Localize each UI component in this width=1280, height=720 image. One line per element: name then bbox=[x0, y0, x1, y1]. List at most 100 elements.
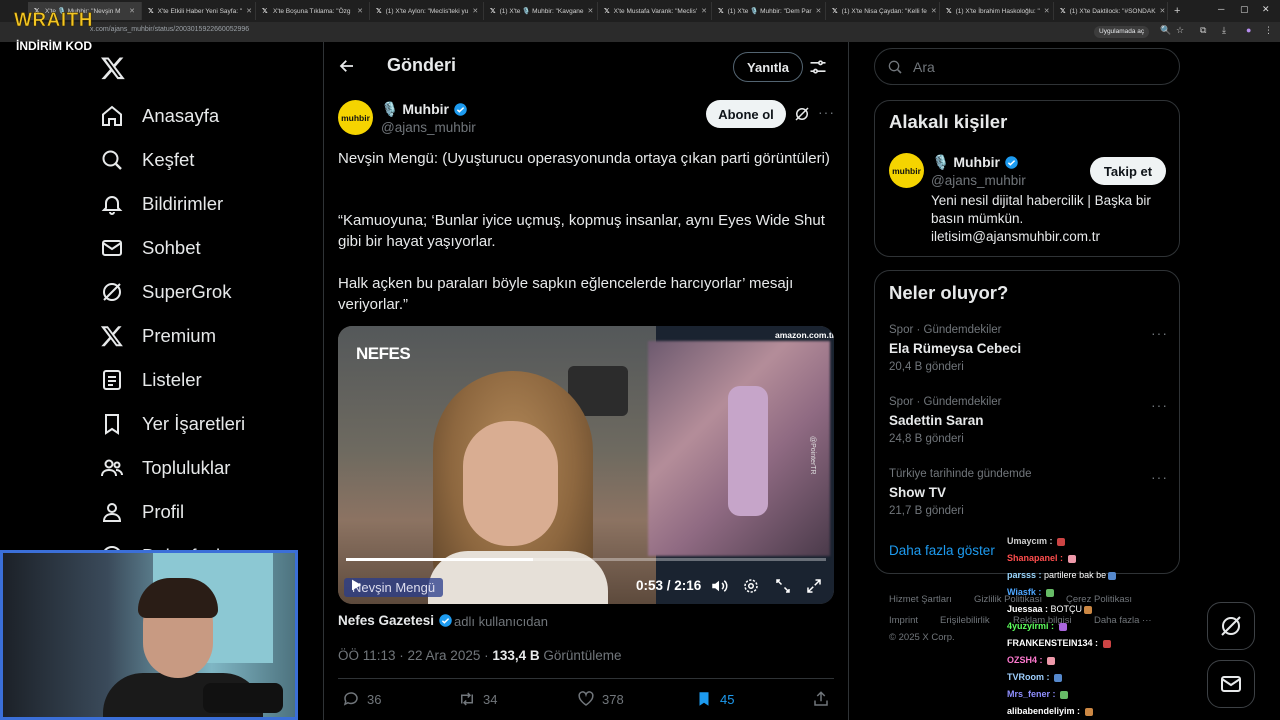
browser-tab[interactable]: 𝕏 (1) X'te İbrahim Haskoloğlu: " ✕ bbox=[940, 2, 1054, 20]
close-tab-icon[interactable]: ✕ bbox=[246, 7, 252, 15]
nav-item-premium[interactable]: Premium bbox=[100, 321, 216, 351]
browser-tab[interactable]: 𝕏 X'te Mustafa Varank: "Meclis' ✕ bbox=[598, 2, 712, 20]
nav-item-notifications[interactable]: Bildirimler bbox=[100, 189, 223, 219]
list-icon bbox=[103, 370, 121, 390]
related-handle[interactable]: @ajans_muhbir bbox=[931, 173, 1026, 188]
nav-item-supergrok[interactable]: SuperGrok bbox=[100, 277, 231, 307]
close-tab-icon[interactable]: ✕ bbox=[701, 7, 707, 15]
post-timestamp[interactable]: ÖÖ 11:13 · 22 Ara 2025 · bbox=[338, 648, 489, 663]
trend-name[interactable]: Sadettin Saran bbox=[889, 413, 984, 428]
back-arrow-icon[interactable] bbox=[338, 57, 356, 75]
chat-username: OZSH4 : bbox=[1007, 655, 1043, 665]
browser-tab[interactable]: 𝕏 (1) X'te 🎙️ Muhbir: "Kavgane ✕ bbox=[484, 2, 598, 20]
video-progress-bar[interactable] bbox=[346, 558, 826, 561]
subscribe-button[interactable]: Abone ol bbox=[706, 100, 786, 128]
extensions-icon[interactable]: ⧉ bbox=[1200, 25, 1206, 36]
settings-gear-icon[interactable] bbox=[742, 577, 760, 595]
pip-icon[interactable] bbox=[774, 577, 792, 595]
close-tab-icon[interactable]: ✕ bbox=[472, 7, 478, 15]
url-text[interactable]: x.com/ajans_muhbir/status/20030159226600… bbox=[90, 26, 249, 33]
nav-item-lists[interactable]: Listeler bbox=[100, 365, 202, 395]
footer-link[interactable]: Hizmet Şartları bbox=[889, 594, 952, 605]
close-tab-icon[interactable]: ✕ bbox=[129, 7, 135, 15]
browser-tab[interactable]: 𝕏 (1) X'te Nisa Çaydan: "Kelli fe ✕ bbox=[826, 2, 940, 20]
related-avatar[interactable]: muhbir bbox=[889, 153, 924, 188]
messages-fab[interactable] bbox=[1207, 660, 1255, 708]
trend-more-icon[interactable]: ··· bbox=[1151, 469, 1168, 485]
footer-link[interactable]: Erişilebilirlik bbox=[940, 615, 990, 626]
zoom-icon[interactable]: 🔍 bbox=[1160, 25, 1171, 36]
mail-icon bbox=[1221, 676, 1241, 692]
nav-item-profile[interactable]: Profil bbox=[100, 497, 184, 527]
x-favicon-icon: 𝕏 bbox=[946, 7, 952, 15]
close-tab-icon[interactable]: ✕ bbox=[816, 7, 822, 15]
trend-name[interactable]: Show TV bbox=[889, 485, 946, 500]
source-account[interactable]: Nefes Gazetesi bbox=[338, 613, 453, 628]
bookmark-filled-icon bbox=[699, 692, 709, 706]
follow-button[interactable]: Takip et bbox=[1090, 157, 1166, 185]
video-player[interactable]: NEFES amazon.com.tr @PointerTR Nevşin Me… bbox=[338, 326, 834, 604]
close-tab-icon[interactable]: ✕ bbox=[357, 7, 363, 15]
close-tab-icon[interactable]: ✕ bbox=[1160, 7, 1166, 15]
author-name[interactable]: 🎙️ Muhbir bbox=[381, 101, 468, 118]
search-input[interactable]: Ara bbox=[874, 48, 1180, 85]
open-in-app-button[interactable]: Uygulamada aç bbox=[1094, 26, 1150, 38]
reply-action[interactable]: 36 bbox=[342, 690, 381, 708]
browser-tab[interactable]: 𝕏 (1) X'te Aylon: "Meclis'teki yu ✕ bbox=[370, 2, 484, 20]
minimize-icon[interactable]: ─ bbox=[1218, 4, 1224, 14]
bookmark-action[interactable]: 45 bbox=[695, 690, 734, 708]
webcam-microphone bbox=[203, 683, 283, 713]
chat-emote-icon bbox=[1045, 588, 1054, 597]
nav-item-explore[interactable]: Keşfet bbox=[100, 145, 194, 175]
chat-username: FRANKENSTEIN134 : bbox=[1007, 638, 1099, 648]
browser-tab[interactable]: 𝕏 (1) X'te 🎙️ Muhbir: "Dem Par ✕ bbox=[712, 2, 826, 20]
x-favicon-icon: 𝕏 bbox=[376, 7, 382, 15]
chat-message: FRANKENSTEIN134 : bbox=[1007, 638, 1111, 648]
new-tab-button[interactable]: + bbox=[1174, 5, 1180, 17]
browser-tab[interactable]: 𝕏 X'te Boşuna Tıklama: "Özg ✕ bbox=[256, 2, 370, 20]
reply-button[interactable]: Yanıtla bbox=[733, 52, 803, 82]
chat-username: Wiasfk : bbox=[1007, 587, 1042, 597]
play-icon[interactable] bbox=[348, 577, 364, 593]
nav-item-communities[interactable]: Topluluklar bbox=[100, 453, 230, 483]
close-tab-icon[interactable]: ✕ bbox=[931, 7, 937, 15]
downloads-icon[interactable]: ⤓ bbox=[1222, 25, 1226, 36]
x-logo-icon[interactable] bbox=[100, 55, 126, 81]
trend-name[interactable]: Ela Rümeysa Cebeci bbox=[889, 341, 1021, 356]
maximize-icon[interactable]: ▢ bbox=[1240, 4, 1249, 15]
chat-message: Umaycım : bbox=[1007, 536, 1066, 546]
trend-more-icon[interactable]: ··· bbox=[1151, 397, 1168, 413]
volume-icon[interactable] bbox=[710, 577, 728, 595]
star-icon[interactable]: ☆ bbox=[1176, 25, 1184, 36]
close-window-icon[interactable]: ✕ bbox=[1262, 4, 1270, 15]
chat-text: BOTÇU bbox=[1050, 604, 1083, 614]
bookmark-icon bbox=[105, 414, 119, 435]
nav-item-home[interactable]: Anasayfa bbox=[100, 101, 219, 131]
share-action[interactable] bbox=[812, 690, 830, 708]
repost-action[interactable]: 34 bbox=[458, 690, 497, 708]
grok-icon[interactable] bbox=[793, 105, 811, 123]
grok-icon bbox=[1221, 616, 1241, 636]
profile-icon[interactable]: ● bbox=[1246, 25, 1251, 35]
nav-item-bookmarks[interactable]: Yer İşaretleri bbox=[100, 409, 245, 439]
footer-link[interactable]: Imprint bbox=[889, 615, 918, 626]
close-tab-icon[interactable]: ✕ bbox=[1044, 7, 1050, 15]
browser-tab[interactable]: 𝕏 (1) X'te Daktilock: "#SONDAK ✕ bbox=[1054, 2, 1168, 20]
avatar[interactable]: muhbir bbox=[338, 100, 373, 135]
like-action[interactable]: 378 bbox=[577, 690, 624, 708]
chat-emote-icon bbox=[1058, 622, 1067, 631]
related-name[interactable]: 🎙️ Muhbir bbox=[932, 154, 1019, 171]
show-more-link[interactable]: Daha fazla göster bbox=[889, 543, 995, 558]
menu-dots-icon[interactable]: ⋮ bbox=[1264, 25, 1273, 36]
more-options-icon[interactable]: ··· bbox=[818, 104, 835, 120]
grok-fab[interactable] bbox=[1207, 602, 1255, 650]
sliders-icon[interactable] bbox=[808, 57, 828, 77]
footer-link[interactable]: Daha fazla ··· bbox=[1094, 615, 1152, 626]
fullscreen-icon[interactable] bbox=[805, 577, 823, 595]
nav-item-chat[interactable]: Sohbet bbox=[100, 233, 201, 263]
browser-tab[interactable]: 𝕏 X'te Etkili Haber Yeni Sayfa: " ✕ bbox=[142, 2, 256, 20]
view-label: Görüntüleme bbox=[543, 648, 622, 663]
trend-more-icon[interactable]: ··· bbox=[1151, 325, 1168, 341]
author-handle[interactable]: @ajans_muhbir bbox=[381, 120, 476, 135]
close-tab-icon[interactable]: ✕ bbox=[588, 7, 594, 15]
